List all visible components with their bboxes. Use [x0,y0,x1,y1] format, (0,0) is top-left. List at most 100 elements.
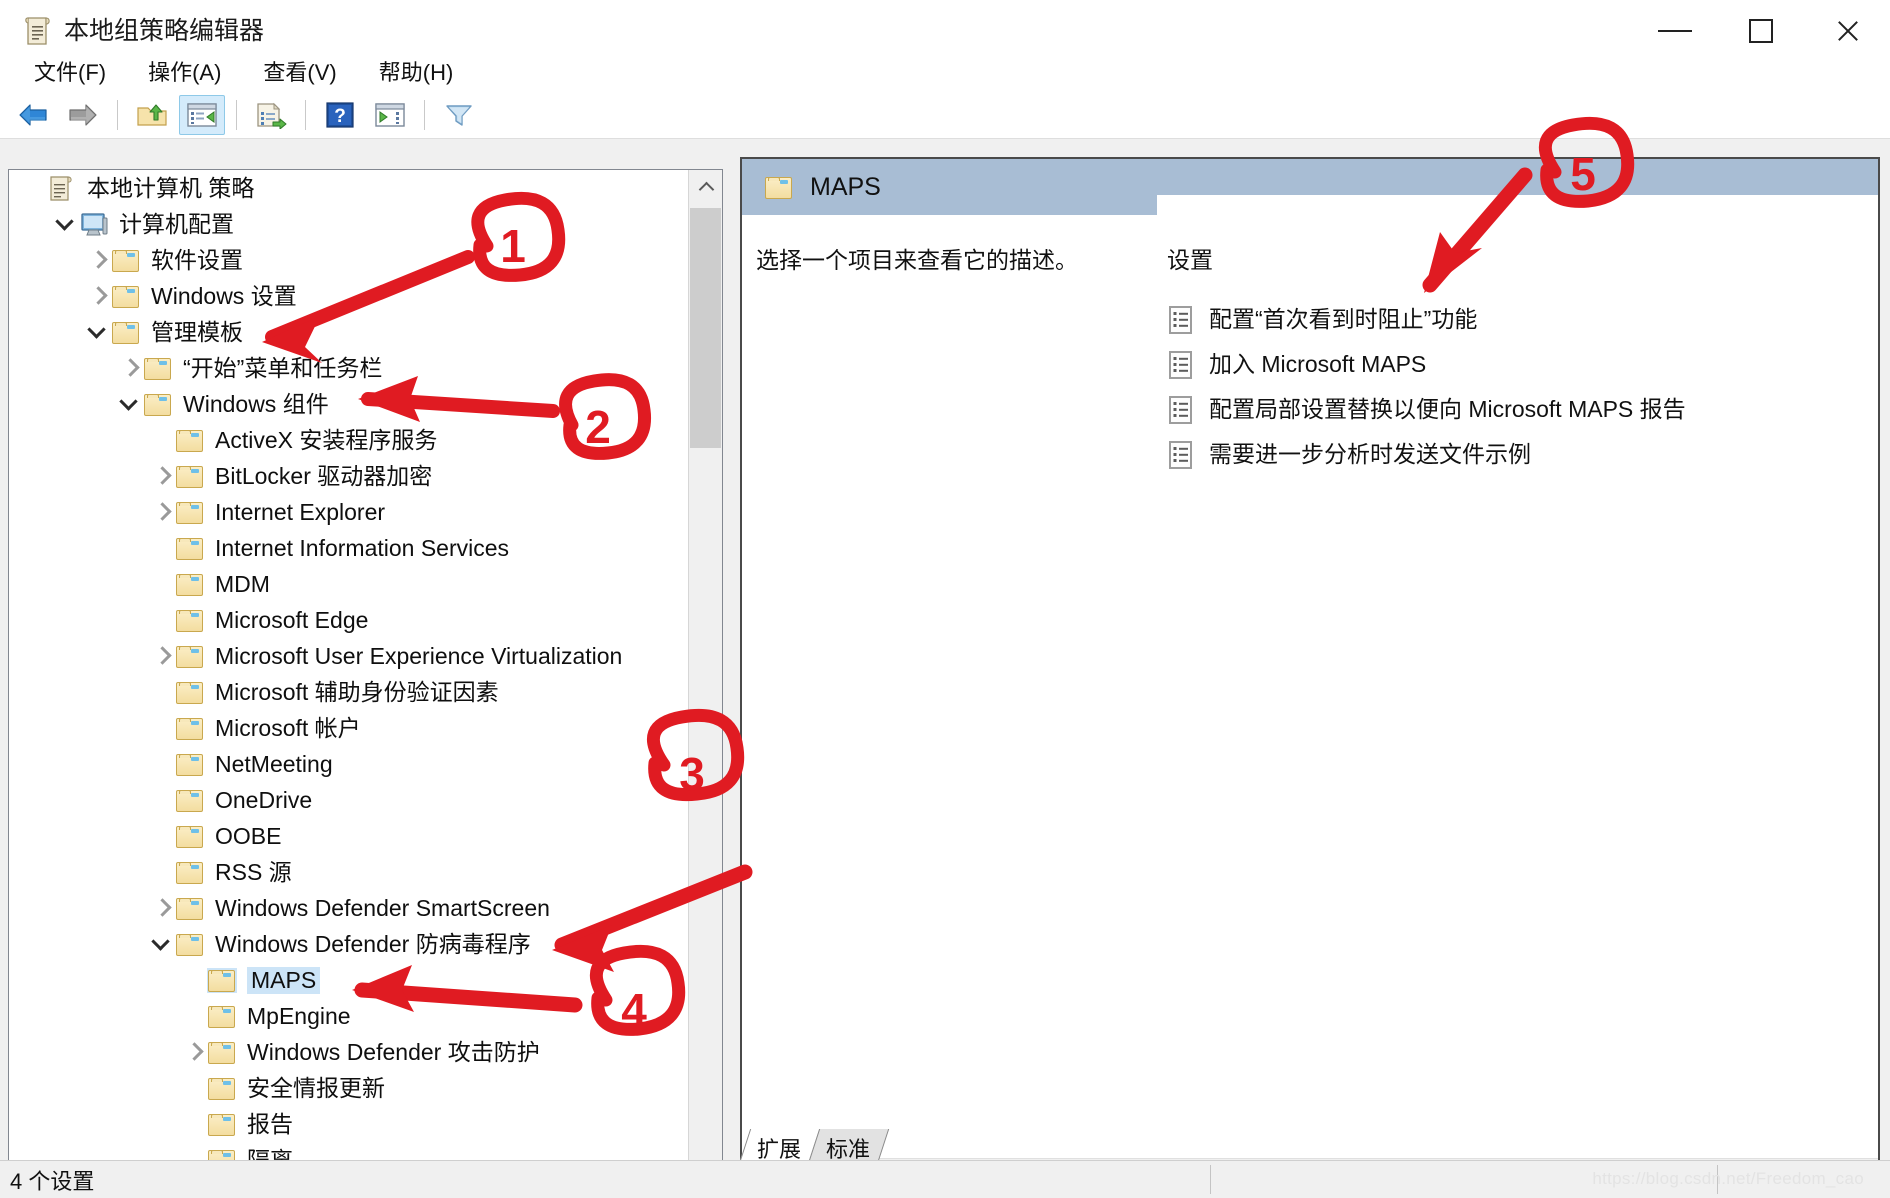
tree-item[interactable]: Microsoft 辅助身份验证因素 [9,674,689,710]
show-hide-tree-button[interactable] [179,95,225,135]
scroll-up-button[interactable] [689,170,722,204]
tree-item[interactable]: 安全情报更新 [9,1070,689,1106]
tree-item[interactable]: 报告 [9,1106,689,1142]
setting-item[interactable]: 需要进一步分析时发送文件示例 [1167,432,1878,477]
chevron-right-icon[interactable] [149,499,175,525]
scrollbar-thumb[interactable] [690,208,721,448]
tab-label: 扩展 [757,1136,802,1162]
client-area: 本地计算机 策略 计算机配置软件设置 Windows 设置 管理模板 “开始”菜单和任务… [0,139,1890,1197]
tree-item[interactable]: Windows Defender 防病毒程序 [9,926,689,962]
show-pane-icon [375,103,405,127]
chevron-right-icon[interactable] [149,463,175,489]
chevron-right-icon[interactable] [149,895,175,921]
menu-view[interactable]: 查看(V) [247,52,352,90]
tree-vertical-scrollbar[interactable] [688,170,722,1196]
folder-icon [175,680,205,705]
status-bar: 4 个设置 https://blog.csdn.net/Freedom_cao [0,1160,1890,1198]
chevron-down-icon[interactable] [85,319,111,345]
tree-item[interactable]: Microsoft Edge [9,602,689,638]
status-divider [1210,1165,1211,1194]
tree-item[interactable]: RSS 源 [9,854,689,890]
chevron-right-icon[interactable] [117,355,143,381]
folder-icon [111,284,141,309]
folder-icon [175,644,205,669]
tree-item[interactable]: Windows 设置 [9,278,689,314]
tree-item[interactable]: 本地计算机 策略 [9,170,689,206]
up-folder-button[interactable] [129,95,175,135]
chevron-down-icon[interactable] [149,931,175,957]
tree-item[interactable]: Internet Information Services [9,530,689,566]
policy-setting-icon [1167,440,1195,470]
tree-item-label: Windows 设置 [151,282,297,309]
menu-help[interactable]: 帮助(H) [363,52,470,90]
chevron-down-icon[interactable] [117,391,143,417]
maximize-icon [1749,19,1773,43]
tree-item[interactable]: 软件设置 [9,242,689,278]
chevron-right-icon[interactable] [181,1039,207,1065]
toolbar-separator [236,100,237,130]
tree-item-label: BitLocker 驱动器加密 [215,462,433,489]
chevron-right-icon[interactable] [85,247,111,273]
tree-item-label: Windows 组件 [183,390,329,417]
menu-action[interactable]: 操作(A) [132,52,237,90]
setting-item[interactable]: 加入 Microsoft MAPS [1167,342,1878,387]
tree-item-label: 报告 [247,1110,293,1137]
tree-item[interactable]: MAPS [9,962,689,998]
description-column: 选择一个项目来查看它的描述。 [742,215,1157,1195]
tree-item[interactable]: Microsoft 帐户 [9,710,689,746]
tree-item[interactable]: MpEngine [9,998,689,1034]
funnel-filter-icon [446,105,472,126]
tree-item[interactable]: Windows 组件 [9,386,689,422]
tree-item[interactable]: NetMeeting [9,746,689,782]
folder-icon [111,320,141,345]
setting-item-label: 配置“首次看到时阻止”功能 [1209,306,1478,332]
chevron-right-icon[interactable] [149,643,175,669]
chevron-down-icon[interactable] [53,211,79,237]
policy-setting-icon [1167,305,1195,335]
setting-item[interactable]: 配置局部设置替换以便向 Microsoft MAPS 报告 [1167,387,1878,432]
tree-item[interactable]: Microsoft User Experience Virtualization [9,638,689,674]
menu-file[interactable]: 文件(F) [18,52,122,90]
tree-item[interactable]: OOBE [9,818,689,854]
filter-button[interactable] [436,95,482,135]
settings-column: 设置 配置“首次看到时阻止”功能 加入 Microsoft MAPS 配置局部设置替… [1157,215,1878,1195]
forward-button[interactable] [60,95,106,135]
description-text: 选择一个项目来查看它的描述。 [756,247,1078,273]
help-button[interactable]: ? [317,95,363,135]
close-icon [1834,18,1860,44]
console-tree-icon [187,103,217,127]
tree-item-label: 软件设置 [151,246,243,273]
tree-item[interactable]: Internet Explorer [9,494,689,530]
tab-label: 标准 [826,1136,871,1162]
policy-scroll-icon [24,16,52,46]
policy-tree[interactable]: 本地计算机 策略 计算机配置软件设置 Windows 设置 管理模板 “开始”菜单和任务… [9,170,689,1196]
tree-item[interactable]: MDM [9,566,689,602]
folder-icon [207,1040,237,1065]
tree-item[interactable]: 管理模板 [9,314,689,350]
settings-list[interactable]: 配置“首次看到时阻止”功能加入 Microsoft MAPS 配置局部设置替换以便… [1167,297,1878,477]
tree-item[interactable]: Windows Defender 攻击防护 [9,1034,689,1070]
menu-bar: 文件(F) 操作(A) 查看(V) 帮助(H) [0,50,1890,92]
tree-item[interactable]: “开始”菜单和任务栏 [9,350,689,386]
tree-item[interactable]: Windows Defender SmartScreen [9,890,689,926]
folder-icon [175,572,205,597]
chevron-right-icon[interactable] [85,283,111,309]
setting-item[interactable]: 配置“首次看到时阻止”功能 [1167,297,1878,342]
back-button[interactable] [10,95,56,135]
export-list-button[interactable] [248,95,294,135]
tree-item[interactable]: 计算机配置 [9,206,689,242]
policy-setting-icon [1167,395,1195,425]
tree-item-label: 管理模板 [151,318,243,345]
folder-icon [207,1076,237,1101]
tree-item-label: Internet Explorer [215,498,386,525]
tree-item-label: Microsoft 辅助身份验证因素 [215,678,499,705]
chevron-up-icon [700,181,712,193]
minimize-icon [1658,30,1692,32]
tree-item-label: 安全情报更新 [247,1074,385,1101]
details-body: 选择一个项目来查看它的描述。 设置 配置“首次看到时阻止”功能 加入 Micros… [742,215,1878,1195]
show-pane-button[interactable] [367,95,413,135]
tree-item[interactable]: ActiveX 安装程序服务 [9,422,689,458]
tree-item[interactable]: BitLocker 驱动器加密 [9,458,689,494]
tree-item-label: Internet Information Services [215,534,510,561]
tree-item[interactable]: OneDrive [9,782,689,818]
